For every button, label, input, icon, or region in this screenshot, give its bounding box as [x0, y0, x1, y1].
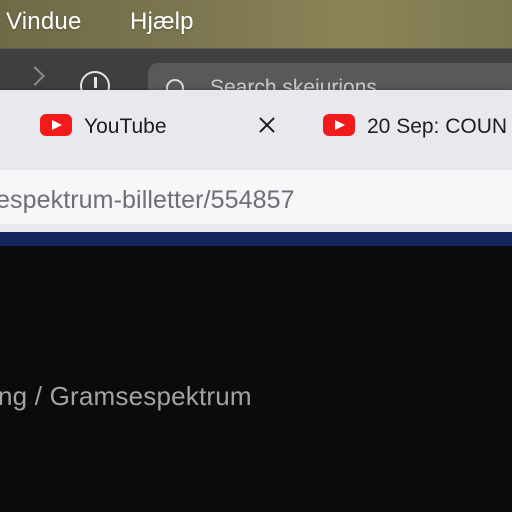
close-tab-icon[interactable] [256, 114, 278, 136]
url-field[interactable]: espektrum-billetter/554857 [0, 170, 512, 224]
screen: Vindue Hjælp Search skejurions YouTube 2… [0, 0, 512, 512]
youtube-icon [40, 114, 72, 136]
tab-concert[interactable]: 20 Sep: COUN [323, 112, 512, 142]
site-header-strip [0, 232, 512, 246]
background-window-toolbar: Search skejurions [0, 48, 512, 103]
menu-bar: Vindue Hjælp [0, 0, 512, 48]
menu-item-vindue[interactable]: Vindue [6, 8, 82, 36]
youtube-icon [323, 114, 355, 136]
url-text: espektrum-billetter/554857 [0, 186, 295, 214]
forward-chevron-icon[interactable] [25, 66, 45, 86]
breadcrumb[interactable]: ng / Gramsespektrum [0, 381, 252, 412]
tab-title: YouTube [84, 115, 167, 138]
page-content: ng / Gramsespektrum [0, 246, 512, 512]
tab-title: 20 Sep: COUN [367, 115, 508, 138]
menu-item-hjaelp[interactable]: Hjælp [130, 8, 194, 36]
address-bar: espektrum-billetter/554857 [0, 162, 512, 232]
tab-youtube[interactable]: YouTube [40, 112, 290, 142]
